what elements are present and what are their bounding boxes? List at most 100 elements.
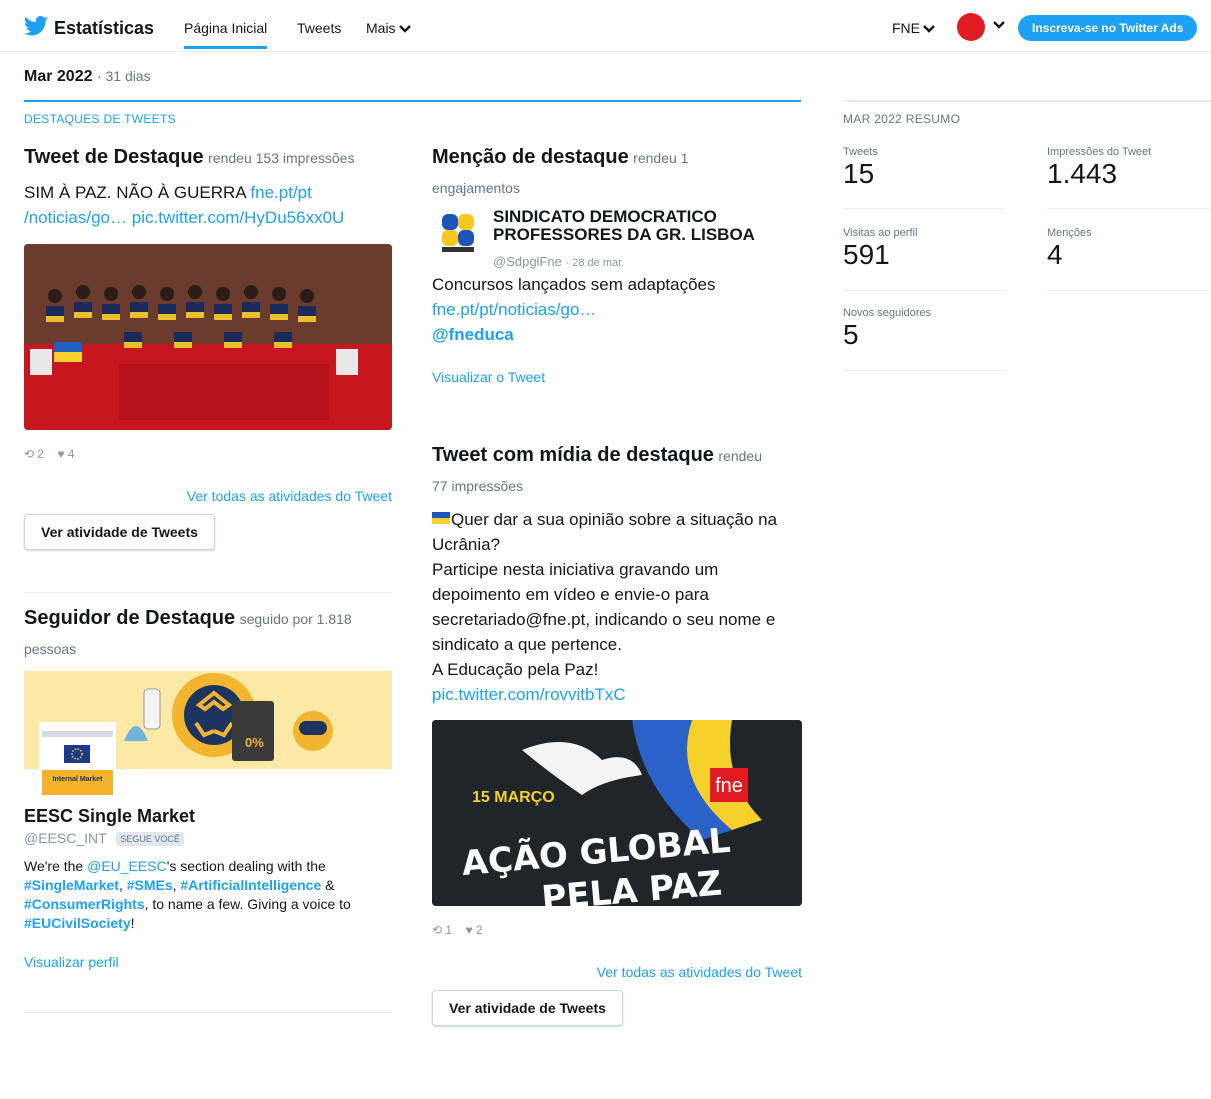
like-count: 4 — [67, 447, 75, 461]
fne-logo-text: fne — [715, 775, 743, 797]
follower-handle[interactable]: @EESC_INT — [24, 830, 106, 846]
period-month: Mar 2022 — [24, 68, 93, 85]
top-media-sub: rendeu — [718, 448, 762, 464]
mention-handle[interactable]: @SdpglFne — [493, 254, 562, 269]
top-tweet-sub: rendeu 153 impressões — [208, 150, 355, 166]
bio-text: We're the — [24, 858, 88, 874]
top-tweet-link-cont[interactable]: /noticias/go… — [24, 208, 127, 227]
hashtag-link[interactable]: #ArtificialIntelligence — [180, 877, 321, 893]
mention-body: Concursos lançados sem adaptações — [432, 275, 716, 294]
top-tweet-view-all-row: Ver todas as atividades do Tweet — [24, 488, 392, 504]
account-menu[interactable]: FNE — [892, 20, 935, 36]
period-header: Mar 2022 · 31 dias — [24, 68, 151, 85]
eesc-logo[interactable]: Internal Market — [39, 722, 116, 798]
summary-profile-visits: Visitas ao perfil 591 — [843, 227, 1006, 291]
tab-more-label: Mais — [366, 20, 396, 36]
bio-text: & — [321, 877, 335, 893]
mention-tweet-text: Concursos lançados sem adaptações fne.pt… — [432, 272, 802, 347]
top-follower-sub: seguido por 1.818 — [239, 611, 352, 627]
summary-value: 591 — [843, 239, 890, 270]
bio-text: 's section dealing with the — [166, 858, 326, 874]
summary-impressions: Impressões do Tweet 1.443 — [1047, 146, 1210, 209]
media-line: Participe nesta iniciativa gravando um — [432, 560, 719, 579]
summary-label: Novos seguidores — [843, 307, 932, 319]
summary-value: 4 — [1047, 239, 1063, 270]
svg-text:0%: 0% — [245, 735, 264, 750]
image-date: 15 MARÇO — [472, 789, 555, 806]
ukraine-flag-icon — [432, 512, 450, 524]
top-tweet-link[interactable]: fne.pt/pt — [250, 183, 311, 202]
top-tweet-pic-link[interactable]: pic.twitter.com/HyDu56xx0U — [132, 208, 345, 227]
hashtag-link[interactable]: #ConsumerRights — [24, 896, 145, 912]
tab-tweets[interactable]: Tweets — [297, 20, 341, 36]
top-tweet-text: SIM À PAZ. NÃO À GUERRA fne.pt/pt /notic… — [24, 180, 392, 230]
avatar[interactable] — [957, 13, 985, 41]
media-tweet-text: Quer dar a sua opinião sobre a situação … — [432, 507, 802, 707]
top-media-title: Tweet com mídia de destaque — [432, 444, 714, 466]
top-mention-title: Menção de destaque — [432, 146, 629, 168]
mention-handle-row: @SdpglFne · 28 de mar. — [493, 254, 624, 269]
chevron-down-icon — [923, 25, 935, 33]
summary-label: Menções — [1047, 227, 1092, 239]
period-days: 31 dias — [105, 68, 151, 84]
mention-account-name[interactable]: SINDICATO DEMOCRATICO PROFESSORES DA GR.… — [493, 208, 793, 244]
hashtag-link[interactable]: #SingleMarket — [24, 877, 119, 893]
hashtag-link[interactable]: #EUCivilSociety — [24, 915, 131, 931]
eesc-logo-text: Internal Market — [53, 776, 103, 783]
highlights-header: DESTAQUES DE TWEETS — [24, 100, 801, 126]
bio-text: ! — [130, 915, 135, 931]
mention-user-link[interactable]: @fneduca — [432, 325, 514, 344]
top-tweet-engagement: ⟲ 2 ♥ 4 — [24, 447, 75, 461]
view-tweet-link[interactable]: Visualizar o Tweet — [432, 369, 545, 385]
summary-value: 5 — [843, 319, 859, 350]
media-tweet-engagement: ⟲ 1 ♥ 2 — [432, 923, 483, 937]
summary-label: Visitas ao perfil — [843, 227, 918, 239]
divider — [24, 1012, 392, 1013]
account-name: FNE — [892, 20, 920, 36]
summary-header: MAR 2022 RESUMO — [843, 100, 1211, 126]
top-tweet-photo[interactable] — [24, 244, 392, 430]
heart-icon: ♥ — [465, 923, 473, 937]
media-view-all-row: Ver todas as atividades do Tweet — [432, 964, 802, 980]
view-profile-link[interactable]: Visualizar perfil — [24, 954, 119, 970]
view-all-activity-link[interactable]: Ver todas as atividades do Tweet — [597, 964, 802, 980]
summary-new-followers: Novos seguidores 5 — [843, 307, 1006, 371]
mention-link[interactable]: fne.pt/pt/noticias/go… — [432, 300, 596, 319]
follows-you-badge: SEGUE VOCÊ — [116, 832, 184, 847]
top-tweet-title-block: Tweet de Destaque rendeu 153 impressões — [24, 142, 392, 172]
media-line: Ucrânia? — [432, 535, 501, 554]
top-nav: Estatísticas Página Inicial Tweets Mais … — [0, 0, 1211, 52]
chevron-down-icon[interactable] — [993, 21, 1005, 29]
brand[interactable]: Estatísticas — [24, 16, 154, 41]
summary-tweets: Tweets 15 — [843, 146, 1006, 209]
view-tweet-activity-button[interactable]: Ver atividade de Tweets — [24, 514, 215, 550]
view-all-activity-link[interactable]: Ver todas as atividades do Tweet — [187, 488, 392, 504]
media-line: sindicato a que pertence. — [432, 635, 622, 654]
divider — [24, 592, 392, 593]
bio-mention-link[interactable]: @EU_EESC — [87, 858, 167, 874]
view-tweet-row: Visualizar o Tweet — [432, 369, 545, 385]
summary-label: Impressões do Tweet — [1047, 146, 1152, 158]
top-tweet-body: SIM À PAZ. NÃO À GUERRA — [24, 183, 251, 202]
top-follower-sub2: pessoas — [24, 641, 77, 657]
tab-more[interactable]: Mais — [366, 20, 411, 36]
brand-title: Estatísticas — [54, 18, 155, 38]
top-mention-sub: rendeu 1 — [633, 150, 689, 166]
summary-value: 15 — [843, 158, 875, 189]
media-pic-link[interactable]: pic.twitter.com/rovvitbTxC — [432, 685, 626, 704]
hashtag-link[interactable]: #SMEs — [127, 877, 173, 893]
retweet-icon: ⟲ — [24, 447, 35, 461]
follower-name[interactable]: EESC Single Market — [24, 806, 195, 827]
top-mention-title-block: Menção de destaque rendeu 1 engajamentos — [432, 142, 802, 204]
summary-mentions: Menções 4 — [1047, 227, 1210, 291]
mention-avatar[interactable] — [438, 212, 478, 254]
bio-text: , to name a few. Giving a voice to — [144, 896, 351, 912]
follower-bio: We're the @EU_EESC's section dealing wit… — [24, 857, 394, 933]
view-tweet-activity-button[interactable]: Ver atividade de Tweets — [432, 990, 623, 1026]
twitter-ads-button[interactable]: Inscreva-se no Twitter Ads — [1018, 15, 1198, 41]
media-tweet-image[interactable]: fne 15 MARÇO AÇÃO GLOBAL PELA PAZ — [432, 720, 802, 906]
top-media-title-block: Tweet com mídia de destaque rendeu 77 im… — [432, 440, 802, 502]
top-media-sub2: 77 impressões — [432, 478, 524, 494]
bio-text: , — [118, 877, 127, 893]
tab-home[interactable]: Página Inicial — [184, 20, 268, 49]
